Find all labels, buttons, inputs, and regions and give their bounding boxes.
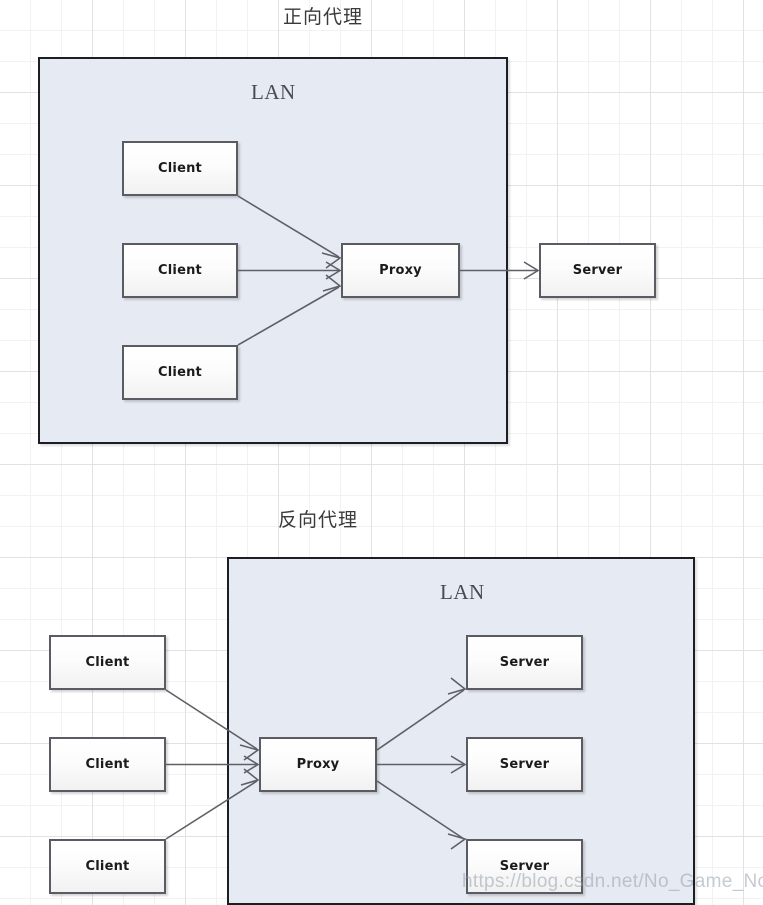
diagram-canvas: 正向代理 LAN Client Client Client Proxy Serv…: [0, 0, 763, 905]
reverse-proxy-client-3[interactable]: Client: [49, 839, 166, 894]
reverse-proxy-title: 反向代理: [277, 509, 358, 531]
forward-proxy-lan-label: LAN: [251, 80, 296, 104]
reverse-proxy-client-2[interactable]: Client: [49, 737, 166, 792]
forward-proxy-server[interactable]: Server: [539, 243, 656, 298]
reverse-proxy-client-1[interactable]: Client: [49, 635, 166, 690]
node-label: Client: [158, 365, 202, 380]
node-label: Client: [85, 655, 130, 670]
node-label: Client: [158, 263, 202, 278]
node-label: Server: [499, 757, 550, 772]
node-label: Server: [572, 263, 623, 278]
node-label: Proxy: [296, 757, 340, 772]
csdn-watermark: https://blog.csdn.net/No_Game_No_Life_: [462, 871, 763, 892]
reverse-proxy-proxy[interactable]: Proxy: [259, 737, 377, 792]
reverse-proxy-lan-label: LAN: [440, 580, 485, 604]
forward-proxy-client-3[interactable]: Client: [122, 345, 238, 400]
node-label: Server: [499, 655, 550, 670]
reverse-proxy-server-2[interactable]: Server: [466, 737, 583, 792]
forward-proxy-proxy[interactable]: Proxy: [341, 243, 460, 298]
node-label: Client: [85, 859, 130, 874]
reverse-proxy-lan-boundary: [227, 557, 695, 905]
node-label: Client: [85, 757, 130, 772]
forward-proxy-title: 正向代理: [282, 6, 363, 28]
forward-proxy-client-2[interactable]: Client: [122, 243, 238, 298]
node-label: Client: [158, 161, 202, 176]
node-label: Proxy: [379, 263, 422, 278]
forward-proxy-client-1[interactable]: Client: [122, 141, 238, 196]
reverse-proxy-server-1[interactable]: Server: [466, 635, 583, 690]
